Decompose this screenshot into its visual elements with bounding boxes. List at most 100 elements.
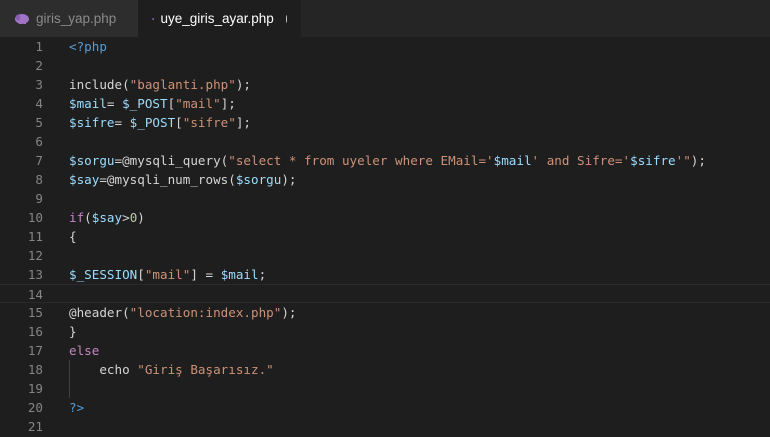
line-number: 6 (35, 134, 43, 149)
code-text: else (69, 341, 99, 360)
code-text: if($say>0) (69, 208, 145, 227)
code-token: "mail" (144, 267, 191, 282)
code-text: include("baglanti.php"); (69, 75, 251, 94)
code-token: ) (137, 210, 145, 225)
code-text: $sifre= $_POST["sifre"]; (69, 113, 251, 132)
code-token: { (69, 229, 77, 244)
code-token: [ (137, 267, 145, 282)
line-number: 21 (27, 419, 43, 434)
code-token: ( (84, 210, 92, 225)
code-line[interactable]: 12 (0, 246, 770, 265)
code-token: echo (69, 362, 138, 377)
code-line[interactable]: 5 $sifre= $_POST["sifre"]; (0, 113, 770, 132)
code-line[interactable]: 9 (0, 189, 770, 208)
line-number: 3 (35, 77, 43, 92)
line-number: 9 (35, 191, 43, 206)
code-line[interactable]: 16} (0, 322, 770, 341)
code-token: "baglanti.php" (129, 77, 236, 92)
line-number: 13 (27, 267, 43, 282)
code-token: ?> (69, 400, 85, 415)
tab-uye-giris-ayar[interactable]: uye_giris_ayar.php (138, 0, 301, 37)
code-token: '" (675, 153, 691, 168)
line-number: 11 (27, 229, 43, 244)
code-text: $_SESSION["mail"] = $mail; (69, 265, 266, 284)
code-token: ); (235, 77, 251, 92)
code-line[interactable]: 19 (0, 379, 770, 398)
code-token: else (69, 343, 100, 358)
code-token: "location:index.php" (129, 305, 282, 320)
code-token: $_POST (122, 96, 168, 111)
line-number: 7 (35, 153, 43, 168)
code-text: { (69, 227, 77, 246)
code-token: if (69, 210, 85, 225)
code-text: $say=@mysqli_num_rows($sorgu); (69, 170, 297, 189)
code-token: ] = (190, 267, 221, 282)
line-number: 5 (35, 115, 43, 130)
line-number: 15 (27, 305, 43, 320)
code-token: $mail (493, 153, 532, 168)
code-token: $sifre (630, 153, 676, 168)
code-text: @header("location:index.php"); (69, 303, 297, 322)
code-line[interactable]: 8 $say=@mysqli_num_rows($sorgu); (0, 170, 770, 189)
line-number: 18 (27, 362, 43, 377)
unsaved-dot-icon[interactable] (285, 14, 287, 23)
code-token: =@mysqli_query( (114, 153, 229, 168)
indent-guide (69, 379, 70, 398)
code-text: echo "Giriş Başarısız." (69, 360, 274, 379)
php-elephant-icon (15, 13, 29, 24)
code-token: $sifre (69, 115, 115, 130)
line-number: 10 (27, 210, 43, 225)
line-number: 14 (27, 287, 43, 302)
code-line[interactable]: 10 if($say>0) (0, 208, 770, 227)
line-number: 19 (27, 381, 43, 396)
code-token: $_POST (129, 115, 176, 130)
line-number: 8 (35, 172, 43, 187)
code-line[interactable]: 1 <?php (0, 37, 770, 56)
tab-giris-yap[interactable]: giris_yap.php (0, 0, 138, 37)
tab-label: uye_giris_ayar.php (160, 11, 274, 26)
code-token: ); (281, 305, 297, 320)
code-text: } (69, 322, 77, 341)
line-number: 12 (27, 248, 43, 263)
code-line[interactable]: 14 (0, 284, 770, 303)
code-text: ?> (69, 398, 84, 417)
code-text: $sorgu=@mysqli_query("select * from uyel… (69, 151, 706, 170)
code-token: ' and Sifre=' (531, 153, 631, 168)
code-token: $sorgu (69, 153, 115, 168)
code-line[interactable]: 17 else (0, 341, 770, 360)
code-token: [ (175, 115, 183, 130)
code-token: "Giriş Başarısız." (137, 362, 274, 377)
code-token: = (114, 115, 130, 130)
code-line[interactable]: 13 $_SESSION["mail"] = $mail; (0, 265, 770, 284)
code-editor[interactable]: 1 <?php 2 3 include("baglanti.php"); 4 $mail= … (0, 37, 770, 437)
code-line[interactable]: 3 include("baglanti.php"); (0, 75, 770, 94)
code-token: ]; (220, 96, 236, 111)
line-number: 2 (35, 58, 43, 73)
code-token: ]; (235, 115, 252, 130)
code-token: $say (69, 172, 100, 187)
php-elephant-icon (152, 17, 155, 20)
code-token: ); (281, 172, 297, 187)
code-line[interactable]: 18 echo "Giriş Başarısız." (0, 360, 770, 379)
code-token: $mail (220, 267, 259, 282)
code-token: $sorgu (235, 172, 282, 187)
code-line[interactable]: 4 $mail= $_POST["mail"]; (0, 94, 770, 113)
code-token: $mail (69, 96, 107, 111)
code-line[interactable]: 2 (0, 56, 770, 75)
code-line[interactable]: 21 (0, 417, 770, 436)
code-token: =@mysqli_num_rows( (99, 172, 236, 187)
code-line[interactable]: 7 $sorgu=@mysqli_query("select * from uye… (0, 151, 770, 170)
code-line[interactable]: 11 { (0, 227, 770, 246)
code-token: "mail" (175, 96, 221, 111)
line-number: 20 (27, 400, 43, 415)
code-line[interactable]: 15 @header("location:index.php"); (0, 303, 770, 322)
code-token: } (69, 324, 77, 339)
tab-label: giris_yap.php (36, 11, 117, 26)
code-token: ); (690, 153, 706, 168)
code-line[interactable]: 20 ?> (0, 398, 770, 417)
tab-bar: giris_yap.php uye_giris_ayar.php (0, 0, 770, 37)
code-token: <?php (69, 39, 107, 54)
code-line[interactable]: 6 (0, 132, 770, 151)
line-number: 16 (27, 324, 43, 339)
code-token: > (122, 210, 130, 225)
